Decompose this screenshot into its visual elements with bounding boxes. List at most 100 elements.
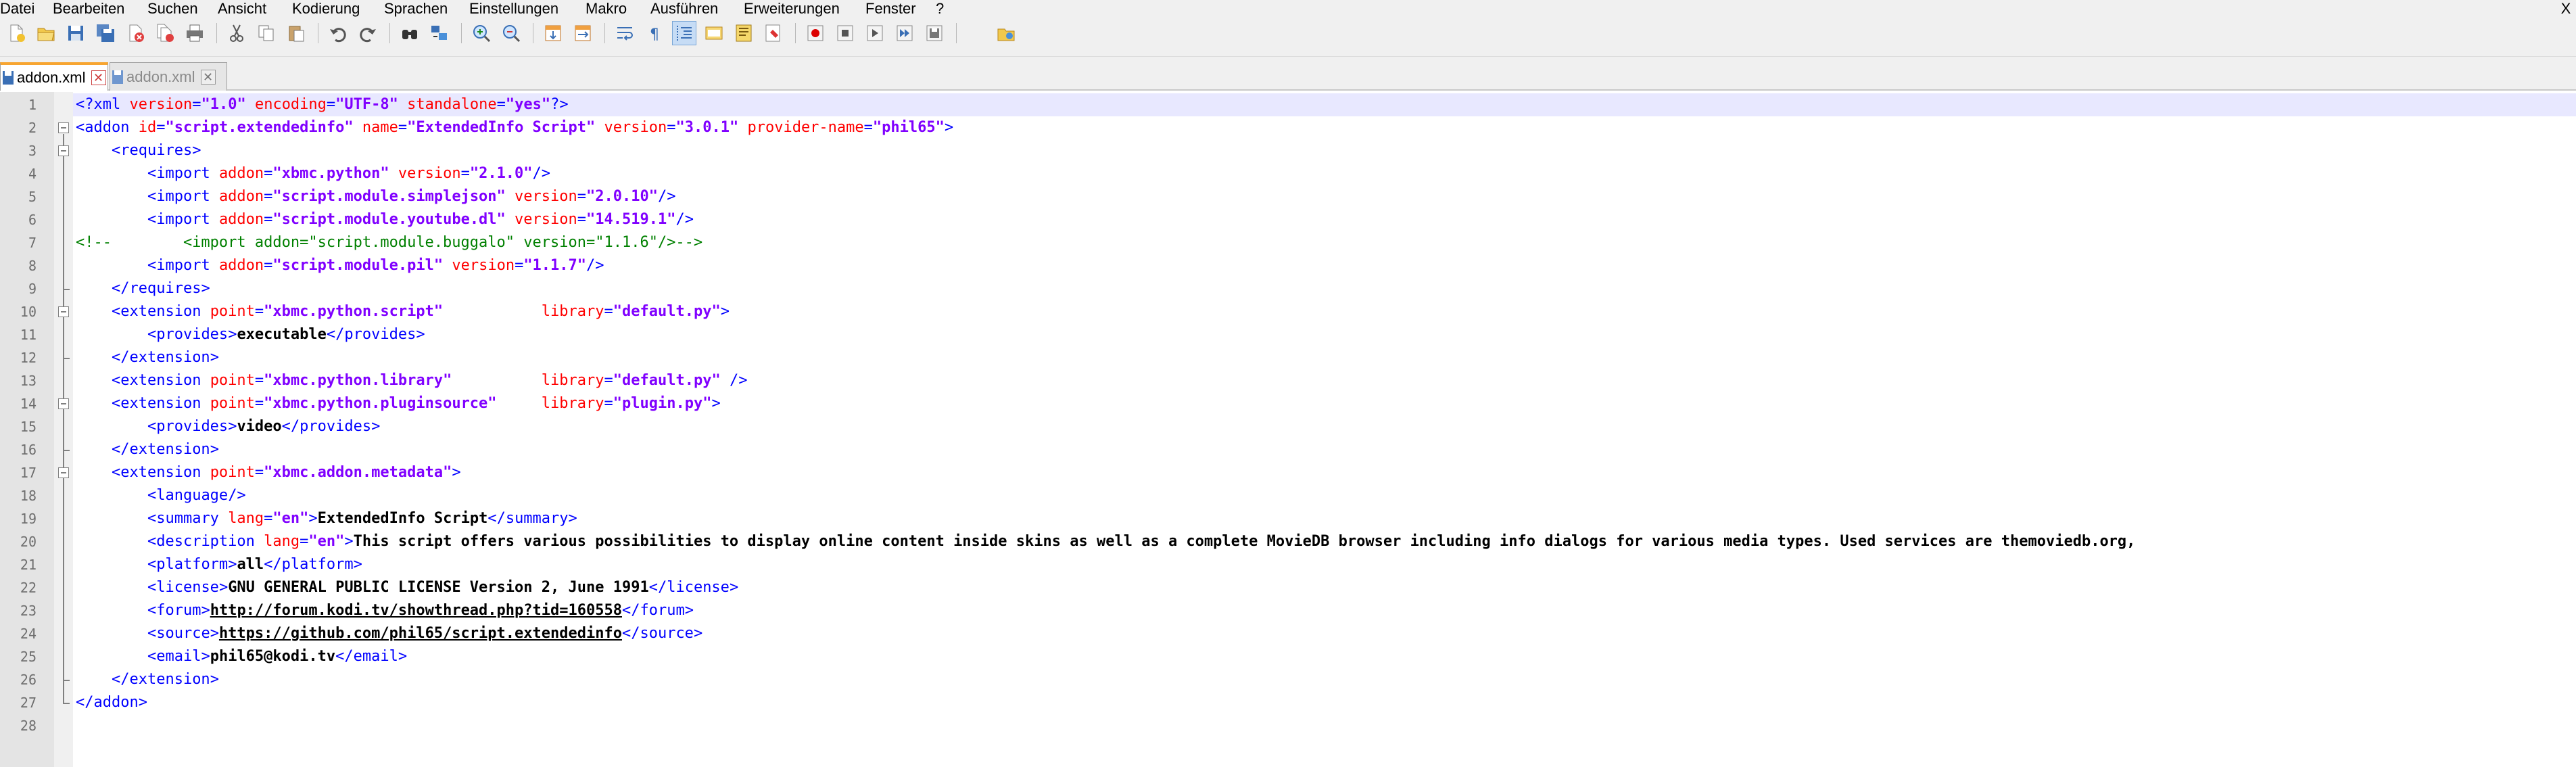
code-line[interactable]: <import addon="xbmc.python" version="2.1… <box>73 162 2576 185</box>
record-macro-icon[interactable] <box>803 21 828 45</box>
code-line[interactable]: <forum>http://forum.kodi.tv/showthread.p… <box>73 599 2576 622</box>
line-number: 15 <box>20 419 37 435</box>
fold-margin[interactable] <box>54 92 73 767</box>
fold-toggle-icon[interactable] <box>58 145 69 156</box>
code-line[interactable]: <email>phil65@kodi.tv</email> <box>73 645 2576 668</box>
line-number: 7 <box>28 235 37 251</box>
close-icon[interactable] <box>123 21 147 45</box>
find-icon[interactable] <box>398 21 422 45</box>
code-line[interactable]: <!-- <import addon="script.module.buggal… <box>73 231 2576 254</box>
cut-icon[interactable] <box>224 21 249 45</box>
code-line[interactable]: </requires> <box>73 277 2576 300</box>
line-number: 10 <box>20 304 37 320</box>
print-icon[interactable] <box>183 21 207 45</box>
code-line[interactable]: <summary lang="en">ExtendedInfo Script</… <box>73 507 2576 530</box>
zoom-out-icon[interactable] <box>499 21 523 45</box>
menu-help[interactable]: ? <box>936 0 944 18</box>
code-line[interactable]: </extension> <box>73 438 2576 461</box>
code-line[interactable]: </extension> <box>73 668 2576 691</box>
code-line-text: <license>GNU GENERAL PUBLIC LICENSE Vers… <box>147 579 739 596</box>
line-number: 18 <box>20 488 37 504</box>
toolbar-separator <box>956 23 957 43</box>
code-line[interactable]: <provides>video</provides> <box>73 415 2576 438</box>
undo-icon[interactable] <box>326 21 350 45</box>
code-line[interactable]: </addon> <box>73 691 2576 714</box>
menu-einstellungen[interactable]: Einstellungen <box>469 0 558 18</box>
code-line[interactable]: <provides>executable</provides> <box>73 323 2576 346</box>
stop-macro-icon[interactable] <box>833 21 857 45</box>
code-area[interactable]: <?xml version="1.0" encoding="UTF-8" sta… <box>73 92 2576 767</box>
code-line[interactable]: <addon id="script.extendedinfo" name="Ex… <box>73 116 2576 139</box>
code-line[interactable]: <license>GNU GENERAL PUBLIC LICENSE Vers… <box>73 576 2576 599</box>
code-line[interactable]: <platform>all</platform> <box>73 553 2576 576</box>
function-list-icon[interactable] <box>702 21 726 45</box>
code-line[interactable]: <import addon="script.module.youtube.dl"… <box>73 208 2576 231</box>
fold-toggle-icon[interactable] <box>58 306 69 317</box>
fold-toggle-icon[interactable] <box>58 122 69 133</box>
close-all-icon[interactable] <box>153 21 177 45</box>
code-line[interactable] <box>73 714 2576 737</box>
code-line[interactable]: </extension> <box>73 346 2576 369</box>
tab-addon-xml-active[interactable]: addon.xml ✕ <box>0 62 108 91</box>
code-line-text: </extension> <box>111 441 219 458</box>
save-icon[interactable] <box>64 21 88 45</box>
menu-suchen[interactable]: Suchen <box>147 0 198 18</box>
menu-ausfuehren[interactable]: Ausführen <box>650 0 718 18</box>
run-macro-multiple-icon[interactable] <box>892 21 917 45</box>
code-line[interactable]: <extension point="xbmc.addon.metadata"> <box>73 461 2576 484</box>
code-line-text: <!-- <import addon="script.module.buggal… <box>76 234 703 251</box>
editor-pane[interactable]: 1 2 3 4 5 6 7 8 9 10 11 12 13 14 15 16 17 18 19 20 21 22 23 24 2… <box>0 92 2576 767</box>
menu-fenster[interactable]: Fenster <box>865 0 916 18</box>
indent-guide-icon[interactable] <box>672 21 696 45</box>
toolbar-separator <box>461 23 462 43</box>
close-tab-icon[interactable]: ✕ <box>200 69 216 85</box>
line-number: 20 <box>20 534 37 550</box>
code-line[interactable]: <source>https://github.com/phil65/script… <box>73 622 2576 645</box>
launch-browser-icon[interactable] <box>994 21 1018 45</box>
code-line[interactable]: <extension point="xbmc.python.pluginsour… <box>73 392 2576 415</box>
document-map-icon[interactable] <box>732 21 756 45</box>
code-line[interactable]: <?xml version="1.0" encoding="UTF-8" sta… <box>73 93 2576 116</box>
menu-makro[interactable]: Makro <box>586 0 627 18</box>
menu-kodierung[interactable]: Kodierung <box>292 0 360 18</box>
menu-datei[interactable]: Datei <box>0 0 34 18</box>
toolbar-separator <box>389 23 390 43</box>
sync-horizontal-icon[interactable] <box>571 21 595 45</box>
menu-sprachen[interactable]: Sprachen <box>384 0 448 18</box>
tab-addon-xml[interactable]: addon.xml ✕ <box>110 62 227 91</box>
open-file-icon[interactable] <box>34 21 58 45</box>
menu-ansicht[interactable]: Ansicht <box>218 0 266 18</box>
code-line-text: <import addon="script.module.youtube.dl"… <box>147 211 694 228</box>
code-line[interactable]: <requires> <box>73 139 2576 162</box>
line-number: 21 <box>20 557 37 573</box>
code-line[interactable]: <import addon="script.module.simplejson"… <box>73 185 2576 208</box>
code-line[interactable]: <language/> <box>73 484 2576 507</box>
doc-switcher-icon[interactable] <box>761 21 786 45</box>
fold-toggle-icon[interactable] <box>58 467 69 478</box>
close-window-button[interactable]: X <box>2556 0 2576 18</box>
code-line-text: <?xml version="1.0" encoding="UTF-8" sta… <box>76 96 569 113</box>
menu-erweiterungen[interactable]: Erweiterungen <box>744 0 840 18</box>
replace-icon[interactable] <box>427 21 452 45</box>
copy-icon[interactable] <box>254 21 279 45</box>
line-number: 5 <box>28 189 37 205</box>
close-tab-icon[interactable]: ✕ <box>91 70 106 85</box>
code-line[interactable]: <extension point="xbmc.python.library" l… <box>73 369 2576 392</box>
play-macro-icon[interactable] <box>863 21 887 45</box>
word-wrap-icon[interactable] <box>613 21 637 45</box>
code-line[interactable]: <description lang="en">This script offer… <box>73 530 2576 553</box>
menu-bearbeiten[interactable]: Bearbeiten <box>53 0 124 18</box>
line-number: 24 <box>20 626 37 642</box>
save-macro-icon[interactable] <box>922 21 947 45</box>
paste-icon[interactable] <box>284 21 308 45</box>
fold-end-marker <box>63 703 70 704</box>
sync-vertical-icon[interactable] <box>541 21 565 45</box>
redo-icon[interactable] <box>356 21 380 45</box>
fold-toggle-icon[interactable] <box>58 398 69 409</box>
code-line[interactable]: <import addon="script.module.pil" versio… <box>73 254 2576 277</box>
code-line[interactable]: <extension point="xbmc.python.script" li… <box>73 300 2576 323</box>
new-file-icon[interactable] <box>4 21 28 45</box>
save-all-icon[interactable] <box>93 21 118 45</box>
zoom-in-icon[interactable] <box>469 21 494 45</box>
show-all-chars-icon[interactable]: ¶ <box>642 21 667 45</box>
